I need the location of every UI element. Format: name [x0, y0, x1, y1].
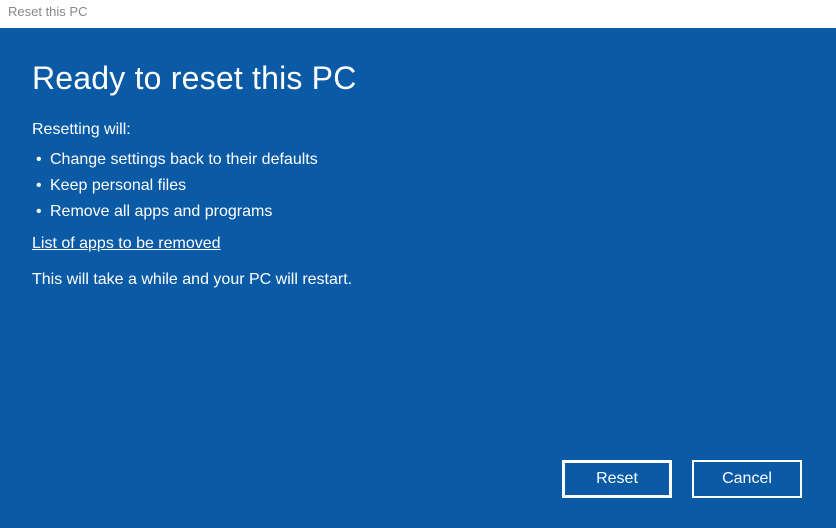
cancel-button[interactable]: Cancel: [692, 460, 802, 498]
subheading: Resetting will:: [32, 121, 804, 139]
button-row: Reset Cancel: [562, 460, 802, 498]
reset-actions-list: Change settings back to their defaults K…: [32, 147, 804, 225]
window-title: Reset this PC: [8, 4, 87, 19]
titlebar: Reset this PC: [0, 0, 836, 28]
list-item: Remove all apps and programs: [32, 199, 804, 225]
apps-to-remove-link[interactable]: List of apps to be removed: [32, 235, 221, 253]
page-heading: Ready to reset this PC: [32, 60, 804, 97]
main-panel: Ready to reset this PC Resetting will: C…: [0, 28, 836, 528]
restart-note: This will take a while and your PC will …: [32, 271, 804, 289]
list-item: Change settings back to their defaults: [32, 147, 804, 173]
reset-button[interactable]: Reset: [562, 460, 672, 498]
list-item: Keep personal files: [32, 173, 804, 199]
